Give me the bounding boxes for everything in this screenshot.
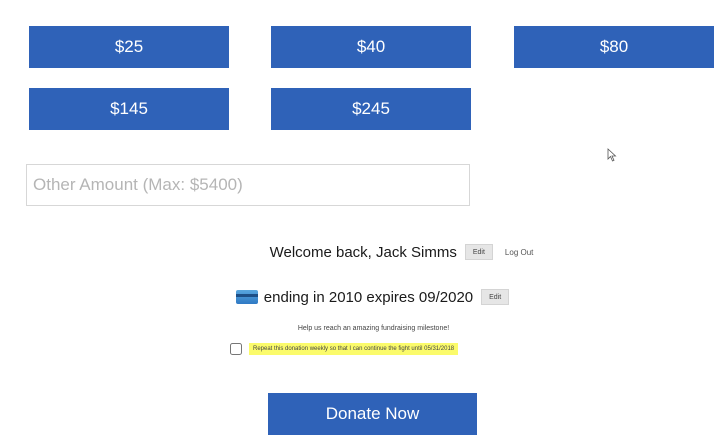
account-row: Welcome back, Jack Simms Edit Log Out	[0, 241, 717, 263]
repeat-donation-row: Repeat this donation weekly so that I ca…	[230, 341, 459, 357]
card-info-text: ending in 2010 expires 09/2020	[263, 288, 474, 306]
edit-card-button[interactable]: Edit	[481, 289, 510, 305]
amount-button-40[interactable]: $40	[271, 26, 471, 68]
logout-link[interactable]: Log Out	[505, 248, 533, 257]
donate-now-button[interactable]: Donate Now	[268, 393, 477, 435]
edit-account-button[interactable]: Edit	[464, 244, 493, 260]
amount-button-80[interactable]: $80	[514, 26, 714, 68]
milestone-text: Help us reach an amazing fundraising mil…	[297, 325, 450, 332]
amount-button-25[interactable]: $25	[29, 26, 229, 68]
repeat-donation-checkbox[interactable]	[230, 343, 242, 355]
credit-card-icon	[235, 290, 258, 304]
welcome-text: Welcome back, Jack Simms	[269, 243, 457, 261]
amount-button-245[interactable]: $245	[271, 88, 471, 130]
amount-button-145[interactable]: $145	[29, 88, 229, 130]
payment-row: ending in 2010 expires 09/2020 Edit	[0, 286, 717, 308]
repeat-donation-label: Repeat this donation weekly so that I ca…	[249, 343, 459, 355]
other-amount-input[interactable]	[26, 164, 470, 206]
mouse-pointer-icon	[607, 148, 617, 162]
